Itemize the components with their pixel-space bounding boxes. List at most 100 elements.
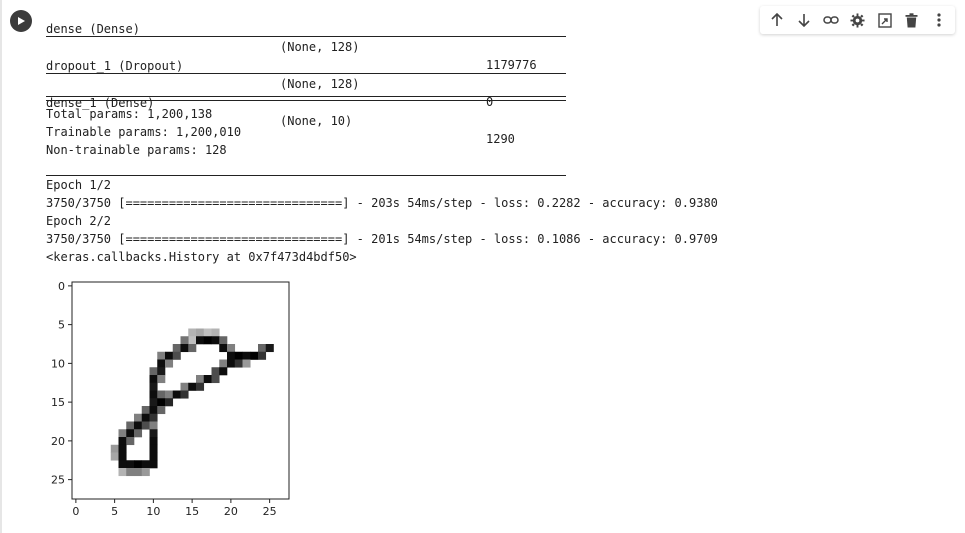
image-pixel: [227, 359, 236, 368]
cell-left-border: [0, 0, 2, 533]
image-pixel: [157, 359, 166, 368]
image-pixel: [227, 344, 236, 353]
image-pixel: [110, 444, 119, 453]
image-pixel: [165, 398, 174, 407]
image-pixel: [258, 344, 267, 353]
epoch-header: Epoch 1/2: [46, 178, 112, 192]
y-tick-label: 25: [51, 474, 65, 487]
image-pixel: [126, 460, 135, 469]
image-pixel: [134, 460, 143, 469]
image-pixel: [227, 351, 236, 360]
layer-param-count: 1290: [486, 132, 515, 146]
x-tick-label: 15: [185, 505, 199, 518]
x-tick-label: 25: [263, 505, 277, 518]
image-pixel: [141, 460, 150, 469]
image-pixel: [149, 444, 158, 453]
image-pixel: [165, 390, 174, 399]
image-pixel: [203, 328, 212, 337]
image-pixel: [149, 367, 158, 376]
image-pixel: [172, 344, 181, 353]
epoch-progress: 3750/3750 [=============================…: [46, 196, 718, 210]
play-icon: [16, 16, 26, 26]
image-pixel: [149, 413, 158, 422]
image-pixel: [118, 468, 127, 477]
image-pixel: [219, 336, 228, 345]
total-params: Total params: 1,200,138: [46, 107, 213, 121]
epoch-progress: 3750/3750 [=============================…: [46, 232, 718, 246]
image-pixel: [149, 429, 158, 438]
image-pixel: [141, 468, 150, 477]
image-pixel: [211, 336, 220, 345]
image-pixel: [165, 359, 174, 368]
image-pixel: [203, 375, 212, 384]
image-pixel: [149, 390, 158, 399]
image-pixel: [258, 351, 267, 360]
image-pixel: [180, 382, 189, 391]
x-tick-label: 0: [72, 505, 79, 518]
cell-output: dense (Dense) (None, 128) 1179776 dropou…: [46, 2, 946, 266]
layer-row: dense_1 (Dense) (None, 10) 1290: [46, 76, 946, 146]
image-pixel: [172, 351, 181, 360]
image-pixel: [157, 367, 166, 376]
image-pixel: [118, 460, 127, 469]
image-pixel: [126, 468, 135, 477]
image-pixel: [134, 421, 143, 430]
image-pixel: [118, 437, 127, 446]
image-pixel: [149, 452, 158, 461]
x-tick-label: 5: [111, 505, 118, 518]
image-pixel: [134, 468, 143, 477]
image-pixel: [196, 336, 205, 345]
image-pixel: [203, 336, 212, 345]
image-pixel: [126, 421, 135, 430]
layer-name: dense_1 (Dense): [46, 96, 155, 110]
image-pixel: [110, 452, 119, 461]
layer-param-count: 0: [486, 95, 494, 109]
y-tick-label: 15: [51, 396, 65, 409]
image-pixel: [118, 444, 127, 453]
image-pixel: [211, 375, 220, 384]
layer-name: dropout_1 (Dropout): [46, 59, 184, 73]
image-pixel: [149, 398, 158, 407]
image-pixel: [242, 359, 251, 368]
y-tick-label: 5: [58, 319, 65, 332]
image-pixel: [196, 382, 205, 391]
image-pixel: [211, 328, 220, 337]
image-pixel: [180, 336, 189, 345]
image-pixel: [157, 398, 166, 407]
image-pixel: [149, 421, 158, 430]
image-pixel: [211, 367, 220, 376]
y-tick-label: 10: [51, 357, 65, 370]
image-pixel: [196, 328, 205, 337]
image-pixel: [157, 390, 166, 399]
image-pixel: [180, 390, 189, 399]
history-repr: <keras.callbacks.History at 0x7f473d4bdf…: [46, 250, 357, 264]
image-pixel: [126, 437, 135, 446]
image-pixel: [165, 351, 174, 360]
image-pixel: [219, 359, 228, 368]
image-pixel: [157, 351, 166, 360]
image-pixel: [219, 344, 228, 353]
image-pixel: [188, 382, 197, 391]
image-pixel: [118, 429, 127, 438]
image-pixel: [234, 351, 243, 360]
image-pixel: [141, 421, 150, 430]
image-pixel: [157, 375, 166, 384]
x-tick-label: 20: [224, 505, 238, 518]
image-pixel: [149, 382, 158, 391]
image-pixel: [172, 390, 181, 399]
y-tick-label: 0: [58, 280, 65, 293]
image-pixel: [149, 375, 158, 384]
notebook-cell: dense (Dense) (None, 128) 1179776 dropou…: [0, 0, 965, 533]
layer-row: dropout_1 (Dropout) (None, 128) 0: [46, 39, 946, 109]
y-tick-label: 20: [51, 435, 65, 448]
image-pixel: [265, 344, 274, 353]
digit-image-plot: 0 5 10 15 20 25 0 5 10 15 20 25: [51, 280, 290, 518]
image-pixel: [149, 406, 158, 415]
epoch-header: Epoch 2/2: [46, 214, 112, 228]
layer-output-shape: (None, 10): [280, 114, 353, 128]
layer-name: dense (Dense): [46, 22, 140, 36]
image-pixel: [180, 344, 189, 353]
image-pixel: [149, 460, 158, 469]
run-cell-button[interactable]: [10, 10, 32, 32]
image-pixel: [141, 413, 150, 422]
